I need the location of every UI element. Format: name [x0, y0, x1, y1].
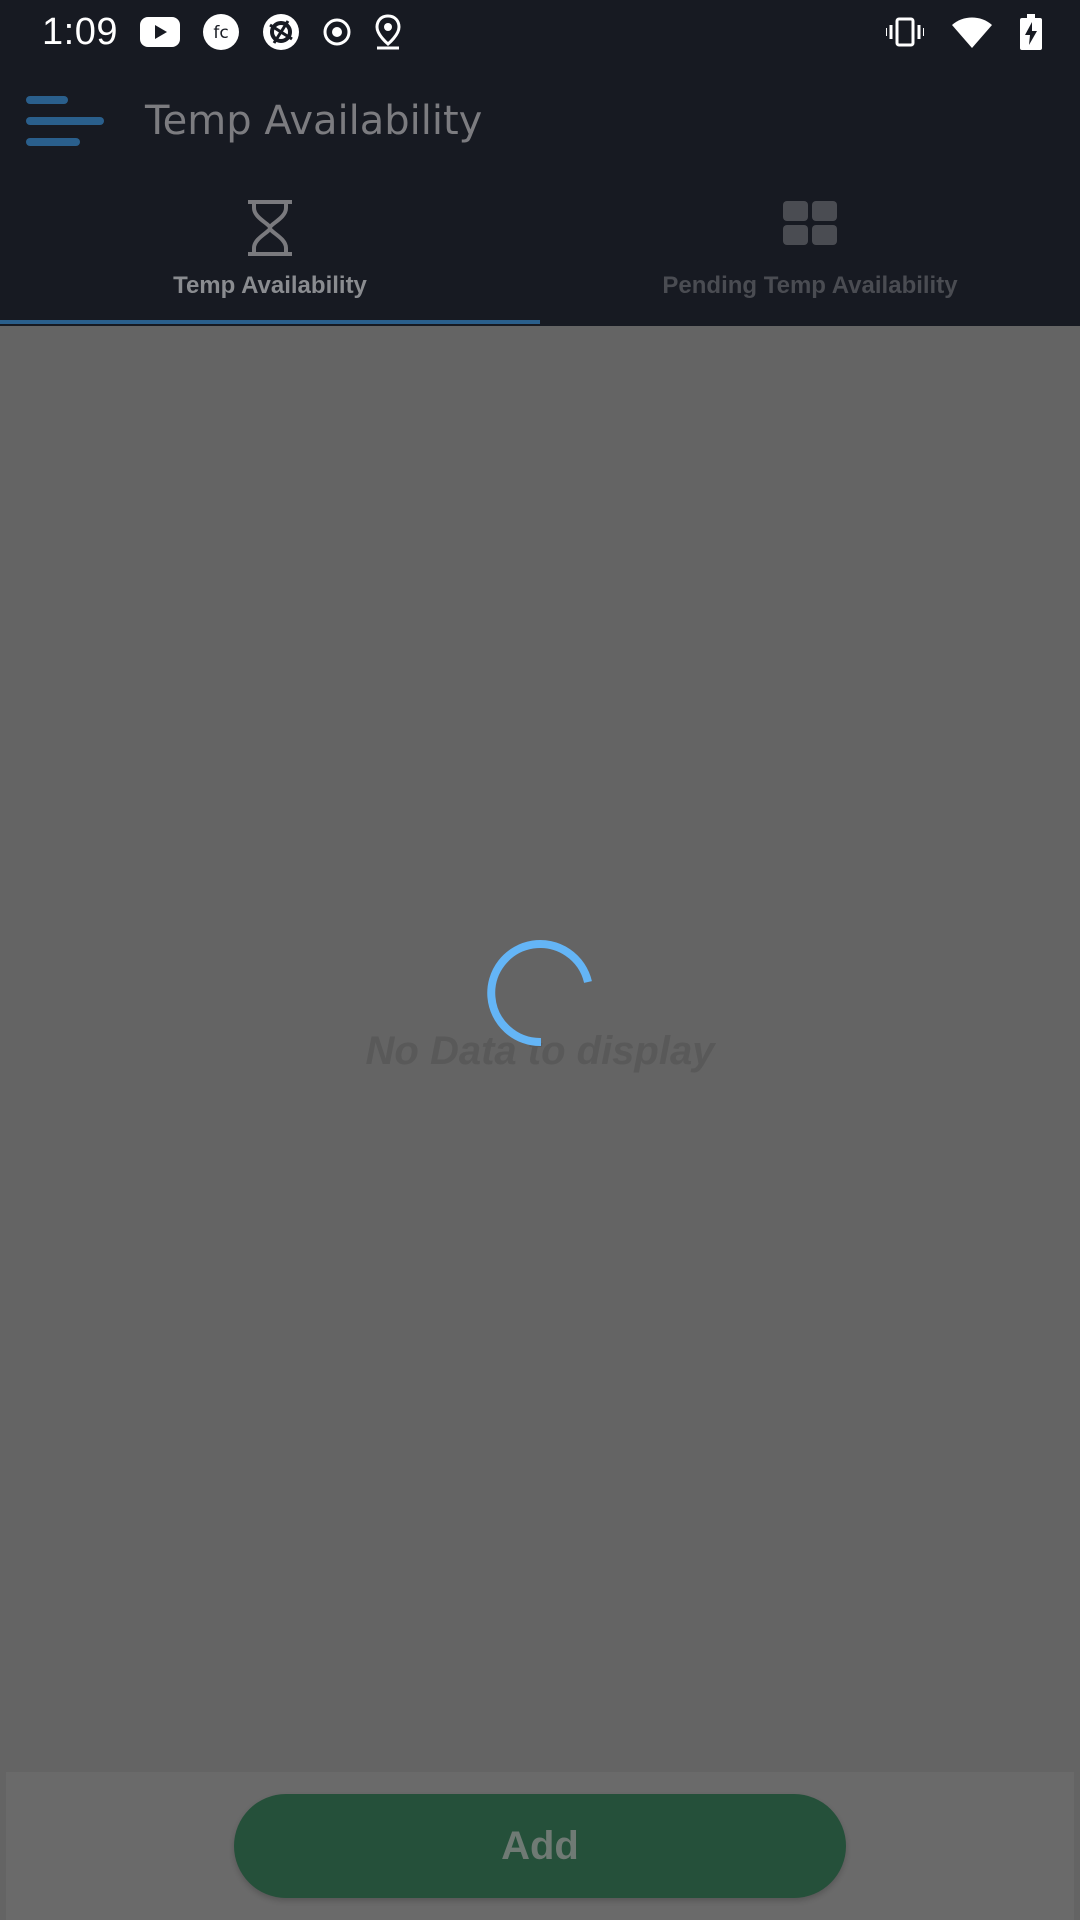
- location-pin-icon: [374, 14, 402, 50]
- add-button-label: Add: [501, 1823, 579, 1868]
- menu-icon: [24, 90, 106, 152]
- tab-temp-availability[interactable]: Temp Availability: [0, 178, 540, 326]
- tab-label: Temp Availability: [173, 272, 367, 299]
- hourglass-icon: [240, 198, 300, 262]
- status-bar: 1:09 fc: [0, 0, 1080, 64]
- vibrate-icon: [886, 17, 924, 47]
- content-area: No Data to display: [0, 326, 1080, 1772]
- youtube-icon: [140, 17, 180, 47]
- app-bar: Temp Availability: [0, 64, 1080, 178]
- battery-charging-icon: [1020, 14, 1042, 50]
- loading-spinner: [486, 938, 596, 1048]
- wifi-icon: [952, 16, 992, 48]
- shutter-app-icon: [262, 13, 300, 51]
- record-icon: [322, 17, 352, 47]
- menu-button[interactable]: [24, 90, 106, 152]
- status-icons-right: [886, 10, 1042, 54]
- tab-indicator: [0, 320, 540, 324]
- svg-text:fc: fc: [213, 23, 228, 43]
- add-button[interactable]: Add: [234, 1794, 846, 1898]
- bottom-bar: Add: [6, 1772, 1074, 1920]
- grid-icon: [780, 198, 840, 262]
- status-time: 1:09: [42, 11, 118, 53]
- page-title: Temp Availability: [145, 98, 483, 144]
- tab-bar: Temp Availability Pending Temp Availabil…: [0, 178, 1080, 326]
- status-icons-left: fc: [140, 10, 402, 54]
- tab-label: Pending Temp Availability: [662, 272, 958, 299]
- fc-app-icon: fc: [202, 13, 240, 51]
- tab-pending-temp-availability[interactable]: Pending Temp Availability: [540, 178, 1080, 326]
